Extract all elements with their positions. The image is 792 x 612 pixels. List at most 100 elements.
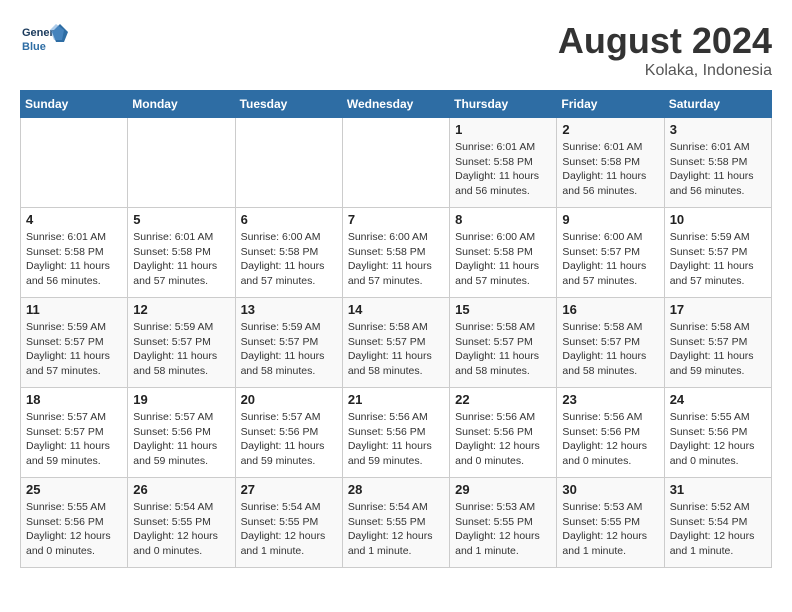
day-info: Sunrise: 5:57 AMSunset: 5:56 PMDaylight:… [241,410,337,469]
day-info: Sunrise: 5:57 AMSunset: 5:56 PMDaylight:… [133,410,229,469]
calendar-cell: 24 Sunrise: 5:55 AMSunset: 5:56 PMDayligh… [664,388,771,478]
day-info: Sunrise: 6:01 AMSunset: 5:58 PMDaylight:… [133,230,229,289]
week-row-3: 11 Sunrise: 5:59 AMSunset: 5:57 PMDayligh… [21,298,772,388]
day-number: 17 [670,302,766,317]
day-info: Sunrise: 5:59 AMSunset: 5:57 PMDaylight:… [670,230,766,289]
calendar-cell: 27 Sunrise: 5:54 AMSunset: 5:55 PMDayligh… [235,478,342,568]
calendar-cell: 23 Sunrise: 5:56 AMSunset: 5:56 PMDayligh… [557,388,664,478]
weekday-header-row: SundayMondayTuesdayWednesdayThursdayFrid… [21,91,772,118]
day-info: Sunrise: 5:58 AMSunset: 5:57 PMDaylight:… [455,320,551,379]
calendar-cell [342,118,449,208]
calendar-cell: 6 Sunrise: 6:00 AMSunset: 5:58 PMDaylight… [235,208,342,298]
weekday-header-saturday: Saturday [664,91,771,118]
weekday-header-thursday: Thursday [450,91,557,118]
day-info: Sunrise: 5:59 AMSunset: 5:57 PMDaylight:… [26,320,122,379]
calendar-cell: 8Sunrise: 6:00 AMSunset: 5:58 PMDaylight… [450,208,557,298]
day-info: Sunrise: 6:00 AMSunset: 5:58 PMDaylight:… [348,230,444,289]
day-info: Sunrise: 5:54 AMSunset: 5:55 PMDaylight:… [241,500,337,559]
weekday-header-wednesday: Wednesday [342,91,449,118]
day-number: 8 [455,212,551,227]
day-info: Sunrise: 5:58 AMSunset: 5:57 PMDaylight:… [562,320,658,379]
day-number: 10 [670,212,766,227]
calendar-cell [21,118,128,208]
day-number: 7 [348,212,444,227]
day-number: 25 [26,482,122,497]
calendar-table: SundayMondayTuesdayWednesdayThursdayFrid… [20,90,772,568]
day-number: 4 [26,212,122,227]
day-number: 16 [562,302,658,317]
calendar-cell: 2Sunrise: 6:01 AMSunset: 5:58 PMDaylight… [557,118,664,208]
day-info: Sunrise: 6:00 AMSunset: 5:57 PMDaylight:… [562,230,658,289]
week-row-1: 1Sunrise: 6:01 AMSunset: 5:58 PMDaylight… [21,118,772,208]
calendar-cell: 26Sunrise: 5:54 AMSunset: 5:55 PMDayligh… [128,478,235,568]
day-number: 23 [562,392,658,407]
calendar-cell: 15 Sunrise: 5:58 AMSunset: 5:57 PMDayligh… [450,298,557,388]
calendar-cell: 29Sunrise: 5:53 AMSunset: 5:55 PMDayligh… [450,478,557,568]
day-info: Sunrise: 5:56 AMSunset: 5:56 PMDaylight:… [348,410,444,469]
svg-text:Blue: Blue [22,41,46,53]
calendar-cell: 13 Sunrise: 5:59 AMSunset: 5:57 PMDayligh… [235,298,342,388]
day-number: 15 [455,302,551,317]
logo-svg: General Blue [20,20,70,60]
day-info: Sunrise: 5:58 AMSunset: 5:57 PMDaylight:… [670,320,766,379]
calendar-cell: 16 Sunrise: 5:58 AMSunset: 5:57 PMDayligh… [557,298,664,388]
location: Kolaka, Indonesia [558,62,772,80]
weekday-header-friday: Friday [557,91,664,118]
calendar-cell: 20 Sunrise: 5:57 AMSunset: 5:56 PMDayligh… [235,388,342,478]
calendar-cell: 25 Sunrise: 5:55 AMSunset: 5:56 PMDayligh… [21,478,128,568]
calendar-cell: 5 Sunrise: 6:01 AMSunset: 5:58 PMDaylight… [128,208,235,298]
day-number: 26 [133,482,229,497]
day-info: Sunrise: 6:01 AMSunset: 5:58 PMDaylight:… [26,230,122,289]
calendar-cell: 12Sunrise: 5:59 AMSunset: 5:57 PMDayligh… [128,298,235,388]
day-info: Sunrise: 5:52 AMSunset: 5:54 PMDaylight:… [670,500,766,559]
day-number: 13 [241,302,337,317]
day-number: 12 [133,302,229,317]
day-number: 29 [455,482,551,497]
day-number: 2 [562,122,658,137]
day-info: Sunrise: 5:56 AMSunset: 5:56 PMDaylight:… [562,410,658,469]
day-number: 20 [241,392,337,407]
day-info: Sunrise: 5:55 AMSunset: 5:56 PMDaylight:… [670,410,766,469]
calendar-cell: 14 Sunrise: 5:58 AMSunset: 5:57 PMDayligh… [342,298,449,388]
calendar-cell: 1Sunrise: 6:01 AMSunset: 5:58 PMDaylight… [450,118,557,208]
day-info: Sunrise: 5:54 AMSunset: 5:55 PMDaylight:… [348,500,444,559]
day-number: 30 [562,482,658,497]
day-number: 31 [670,482,766,497]
weekday-header-tuesday: Tuesday [235,91,342,118]
day-info: Sunrise: 5:58 AMSunset: 5:57 PMDaylight:… [348,320,444,379]
calendar-cell: 3 Sunrise: 6:01 AMSunset: 5:58 PMDaylight… [664,118,771,208]
calendar-cell: 9Sunrise: 6:00 AMSunset: 5:57 PMDaylight… [557,208,664,298]
day-number: 24 [670,392,766,407]
day-info: Sunrise: 5:56 AMSunset: 5:56 PMDaylight:… [455,410,551,469]
day-number: 19 [133,392,229,407]
day-info: Sunrise: 6:01 AMSunset: 5:58 PMDaylight:… [670,140,766,199]
day-info: Sunrise: 5:55 AMSunset: 5:56 PMDaylight:… [26,500,122,559]
day-number: 11 [26,302,122,317]
week-row-5: 25 Sunrise: 5:55 AMSunset: 5:56 PMDayligh… [21,478,772,568]
day-number: 27 [241,482,337,497]
calendar-cell: 17 Sunrise: 5:58 AMSunset: 5:57 PMDayligh… [664,298,771,388]
calendar-cell [128,118,235,208]
day-number: 21 [348,392,444,407]
day-info: Sunrise: 5:57 AMSunset: 5:57 PMDaylight:… [26,410,122,469]
day-info: Sunrise: 6:00 AMSunset: 5:58 PMDaylight:… [241,230,337,289]
calendar-cell: 18Sunrise: 5:57 AMSunset: 5:57 PMDayligh… [21,388,128,478]
month-title: August 2024 [558,20,772,62]
day-number: 6 [241,212,337,227]
page-header: General Blue August 2024 Kolaka, Indones… [20,20,772,80]
calendar-cell [235,118,342,208]
day-number: 28 [348,482,444,497]
day-number: 3 [670,122,766,137]
weekday-header-sunday: Sunday [21,91,128,118]
day-info: Sunrise: 6:01 AMSunset: 5:58 PMDaylight:… [455,140,551,199]
calendar-cell: 19 Sunrise: 5:57 AMSunset: 5:56 PMDayligh… [128,388,235,478]
logo: General Blue [20,20,70,60]
calendar-cell: 7 Sunrise: 6:00 AMSunset: 5:58 PMDaylight… [342,208,449,298]
day-number: 14 [348,302,444,317]
title-area: August 2024 Kolaka, Indonesia [558,20,772,80]
day-number: 5 [133,212,229,227]
week-row-4: 18Sunrise: 5:57 AMSunset: 5:57 PMDayligh… [21,388,772,478]
week-row-2: 4 Sunrise: 6:01 AMSunset: 5:58 PMDaylight… [21,208,772,298]
calendar-cell: 22Sunrise: 5:56 AMSunset: 5:56 PMDayligh… [450,388,557,478]
day-info: Sunrise: 5:59 AMSunset: 5:57 PMDaylight:… [241,320,337,379]
